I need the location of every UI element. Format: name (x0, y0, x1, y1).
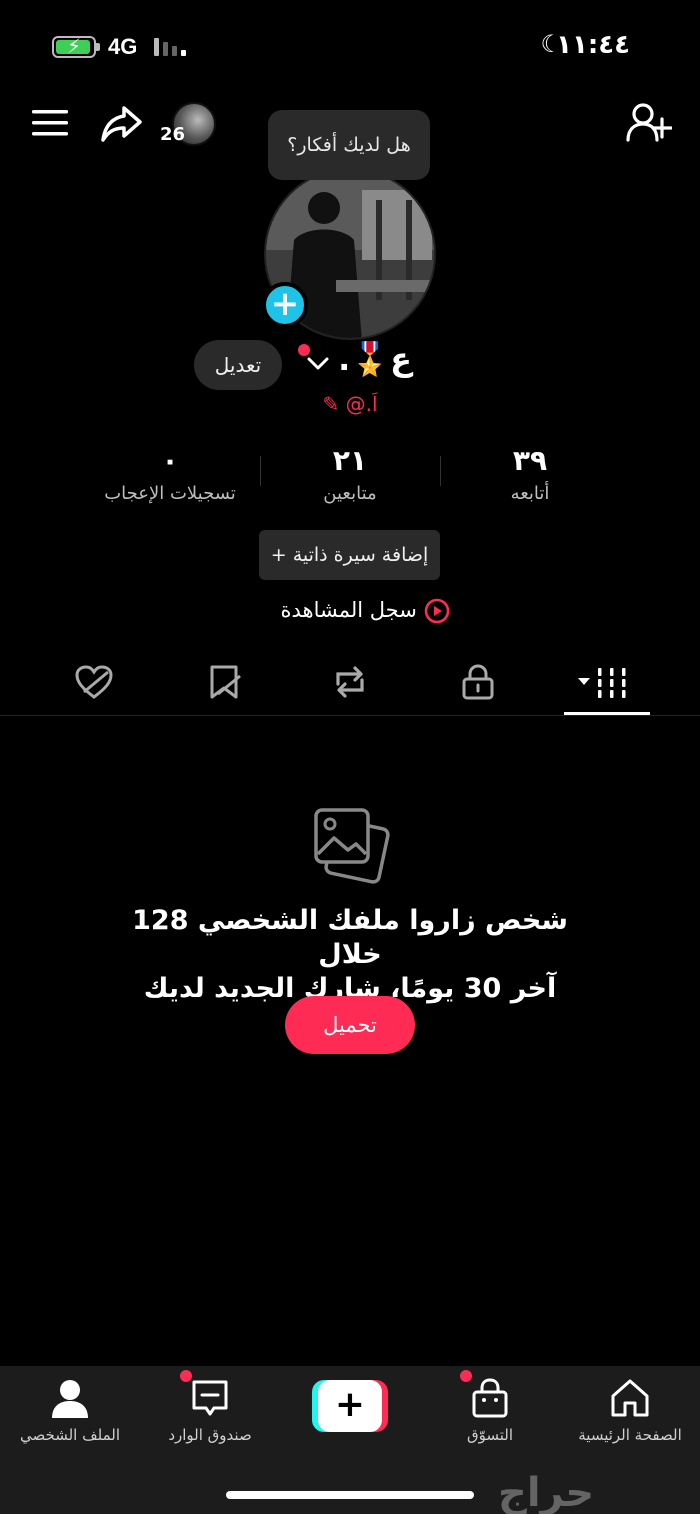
nav-home-label: الصفحة الرئيسية (578, 1426, 682, 1444)
nav-home[interactable]: الصفحة الرئيسية (560, 1378, 700, 1448)
profile-handle: ✎ @.اَ (300, 392, 400, 420)
home-icon (611, 1379, 649, 1417)
empty-state-message: 128 شخص زاروا ملفك الشخصي خلال آخر 30 يو… (100, 904, 600, 1006)
followers-count: ٢١ (332, 444, 368, 477)
profile-name: ع🎖️. (338, 340, 412, 378)
stat-following[interactable]: ٣٩ أتابعه (440, 444, 620, 504)
heart-hidden-icon (75, 665, 113, 699)
shop-notification-dot (460, 1370, 472, 1382)
share-icon[interactable] (100, 104, 144, 144)
tab-reposts[interactable] (310, 660, 390, 704)
add-bio-button[interactable]: + إضافة سيرة ذاتية (259, 530, 440, 580)
bookmark-hidden-icon (210, 665, 241, 699)
nav-profile[interactable]: الملف الشخصي (0, 1378, 140, 1448)
following-count: ٣٩ (512, 444, 548, 477)
menu-icon[interactable] (32, 108, 68, 138)
following-label: أتابعه (510, 483, 550, 504)
edit-profile-button[interactable]: تعديل (194, 340, 282, 390)
inbox-icon (192, 1380, 228, 1416)
followers-label: متابعين (323, 483, 377, 504)
friends-count: 26 (160, 124, 186, 145)
stat-likes[interactable]: ٠ تسجيلات الإعجاب (80, 444, 260, 504)
nav-shop[interactable]: التسوّق (420, 1378, 560, 1448)
handle-text: @.اَ (345, 392, 378, 416)
repost-icon (336, 666, 364, 698)
grid-icon (578, 668, 626, 698)
home-indicator[interactable] (226, 1491, 474, 1499)
tabs-divider (0, 715, 700, 716)
empty-line-1: 128 شخص زاروا ملفك الشخصي خلال (132, 905, 568, 970)
likes-label: تسجيلات الإعجاب (104, 483, 236, 504)
nav-inbox-label: صندوق الوارد (168, 1426, 252, 1444)
nav-inbox[interactable]: صندوق الوارد (140, 1378, 280, 1448)
signal-icon (154, 38, 190, 56)
watch-history-link[interactable]: سجل المشاهدة (280, 592, 450, 628)
pencil-icon: ✎ (322, 392, 340, 416)
upload-button[interactable]: تحميل (285, 996, 415, 1054)
create-icon: + (318, 1380, 382, 1432)
stat-divider (440, 456, 441, 486)
likes-count: ٠ (161, 444, 179, 477)
watch-history-label: سجل المشاهدة (280, 598, 417, 622)
add-friend-icon[interactable] (626, 102, 672, 144)
add-photo-button[interactable]: + (262, 282, 308, 328)
battery-icon: ⚡ (52, 34, 96, 58)
stat-followers[interactable]: ٢١ متابعين (260, 444, 440, 504)
nav-shop-label: التسوّق (466, 1426, 514, 1444)
tab-favorites[interactable] (184, 660, 264, 704)
profile-icon (52, 1380, 88, 1418)
nav-profile-label: الملف الشخصي (20, 1426, 120, 1444)
inbox-notification-dot (180, 1370, 192, 1382)
clock: ١١:٤٤ (556, 30, 630, 60)
create-button[interactable]: + (312, 1380, 388, 1432)
shop-icon (472, 1378, 508, 1418)
lock-icon (462, 664, 494, 700)
battery-cap (96, 43, 100, 51)
ideas-tooltip[interactable]: هل لديك أفكار؟ (268, 110, 430, 180)
play-circle-icon (424, 598, 449, 624)
watermark: حراج (498, 1470, 595, 1514)
photos-icon (314, 808, 390, 884)
tab-liked[interactable] (54, 660, 134, 704)
network-label: 4G (108, 34, 138, 59)
tab-private[interactable] (438, 660, 518, 704)
stat-divider (260, 456, 261, 486)
tab-videos[interactable] (566, 660, 646, 704)
